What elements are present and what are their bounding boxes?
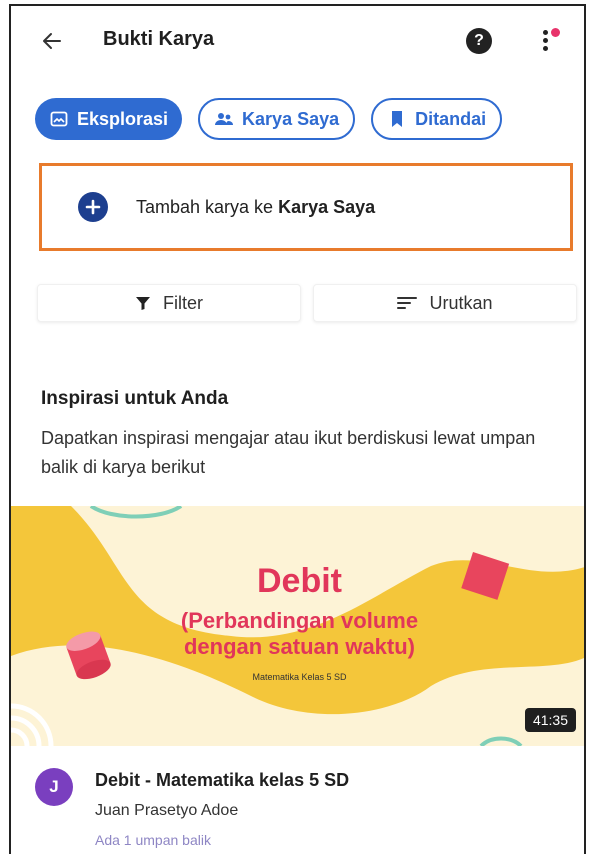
filter-button[interactable]: Filter — [37, 284, 301, 322]
arrow-left-icon[interactable] — [37, 26, 67, 56]
tab-label: Ditandai — [415, 108, 487, 129]
app-bar: Bukti Karya ? — [11, 6, 584, 76]
notification-badge — [551, 28, 560, 37]
tab-label: Eksplorasi — [77, 108, 169, 129]
tab-eksplorasi[interactable]: Eksplorasi — [35, 98, 183, 140]
people-icon — [214, 109, 234, 129]
tab-label: Karya Saya — [242, 108, 340, 129]
more-dot — [543, 46, 548, 51]
plus-circle-icon — [78, 192, 108, 222]
more-vertical-icon[interactable] — [533, 24, 563, 58]
thumbnail-subheading-line: (Perbandingan volume — [180, 608, 419, 633]
thumbnail-caption: Matematika Kelas 5 SD — [252, 672, 347, 682]
sort-label: Urutkan — [429, 292, 493, 313]
add-work-prefix: Tambah karya ke — [136, 196, 279, 217]
thumbnail-subheading: (Perbandingan volume dengan satuan waktu… — [11, 608, 584, 660]
tab-ditandai[interactable]: Ditandai — [371, 98, 503, 140]
sort-button[interactable]: Urutkan — [313, 284, 577, 322]
page-title: Bukti Karya — [103, 28, 215, 50]
add-work-card[interactable]: Tambah karya ke Karya Saya — [39, 163, 573, 251]
help-circle-icon[interactable]: ? — [466, 28, 492, 54]
more-dot — [543, 30, 548, 35]
add-work-label: Tambah karya ke Karya Saya — [136, 197, 375, 218]
section-title: Inspirasi untuk Anda — [41, 388, 229, 409]
video-duration: 41:35 — [524, 708, 576, 732]
add-work-target: Karya Saya — [278, 196, 376, 217]
thumbnail-heading: Debit — [257, 562, 342, 600]
post-thumbnail[interactable]: Debit (Perbandingan volume dengan satuan… — [11, 506, 584, 746]
filter-icon — [135, 295, 151, 311]
feedback-link[interactable]: Ada 1 umpan balik — [95, 832, 211, 848]
bookmark-icon — [387, 109, 407, 129]
post-title[interactable]: Debit - Matematika kelas 5 SD — [95, 770, 349, 791]
section-description: Dapatkan inspirasi mengajar atau ikut be… — [41, 428, 536, 477]
filter-label: Filter — [163, 292, 203, 313]
tab-karya-saya[interactable]: Karya Saya — [198, 98, 356, 140]
thumbnail-subheading-line: dengan satuan waktu) — [183, 634, 416, 659]
post-author: Juan Prasetyo Adoe — [95, 802, 239, 819]
app-frame: Bukti Karya ? Eksplorasi Karya Saya Dita… — [9, 4, 586, 854]
tab-bar: Eksplorasi Karya Saya Ditandai — [35, 98, 503, 140]
more-dot — [543, 38, 548, 43]
avatar[interactable]: J — [35, 768, 73, 806]
sort-icon — [397, 296, 418, 310]
help-glyph: ? — [474, 32, 484, 49]
image-icon — [49, 109, 69, 129]
